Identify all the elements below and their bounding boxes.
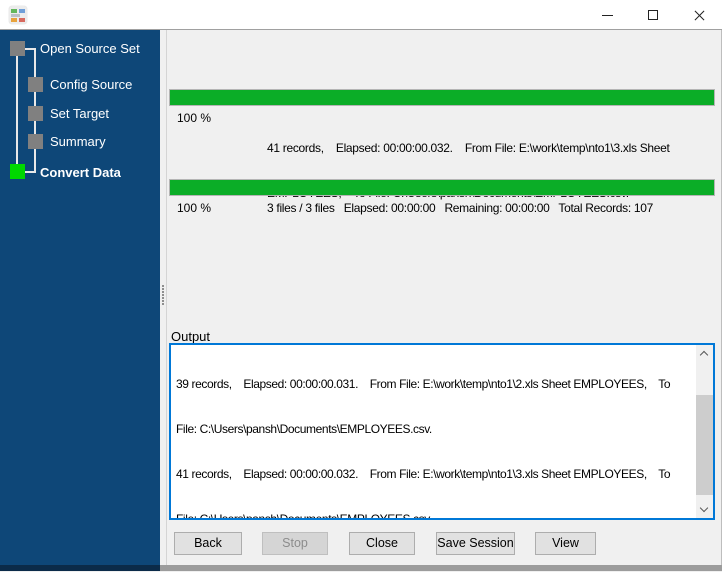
log-line: File: C:\Users\pansh\Documents\EMPLOYEES… — [176, 422, 432, 436]
minimize-icon — [602, 15, 613, 16]
file-progress-fill — [170, 90, 714, 105]
output-log-box[interactable]: 39 records, Elapsed: 00:00:00.031. From … — [169, 343, 715, 520]
sidebar-item-summary[interactable]: Summary — [50, 134, 106, 149]
total-progress-status: 3 files / 3 files Elapsed: 00:00:00 Rema… — [267, 201, 654, 215]
file-progress-percent: 100 % — [177, 111, 212, 125]
scrollbar-thumb[interactable] — [696, 395, 713, 495]
title-bar — [0, 0, 722, 30]
total-progress-percent: 100 % — [177, 201, 212, 215]
converter-window: Open Source Set Config Source Set Target… — [0, 0, 722, 572]
log-line: 39 records, Elapsed: 00:00:00.031. From … — [176, 377, 671, 391]
tree-connector-line — [16, 56, 18, 164]
output-log-text: 39 records, Elapsed: 00:00:00.031. From … — [176, 347, 693, 520]
chevron-up-icon — [699, 350, 709, 360]
app-icon — [9, 6, 27, 24]
tree-connector-line — [24, 171, 36, 173]
back-button[interactable]: Back — [174, 532, 242, 555]
maximize-icon — [648, 10, 658, 20]
save-session-button[interactable]: Save Session — [436, 532, 515, 555]
view-button[interactable]: View — [535, 532, 596, 555]
step-square-config-source — [28, 77, 43, 92]
total-progress-bar — [169, 179, 715, 196]
step-square-set-target — [28, 106, 43, 121]
maximize-button[interactable] — [630, 0, 676, 30]
close-button[interactable] — [676, 0, 722, 30]
tree-connector-line — [24, 48, 36, 50]
stop-button: Stop — [262, 532, 328, 555]
minimize-button[interactable] — [584, 0, 630, 30]
log-line: 41 records, Elapsed: 00:00:00.032. From … — [176, 467, 671, 481]
convert-panel: 100 % 41 records, Elapsed: 00:00:00.032.… — [167, 30, 721, 565]
step-square-convert-data — [10, 164, 25, 179]
step-square-open-source-set — [10, 41, 25, 56]
sidebar-item-open-source-set[interactable]: Open Source Set — [40, 41, 140, 56]
sidebar-item-set-target[interactable]: Set Target — [50, 106, 109, 121]
file-progress-bar — [169, 89, 715, 106]
sidebar-item-config-source[interactable]: Config Source — [50, 77, 132, 92]
step-square-summary — [28, 134, 43, 149]
sidebar-item-convert-data[interactable]: Convert Data — [40, 165, 121, 180]
panel-splitter[interactable] — [160, 30, 167, 565]
close-dialog-button[interactable]: Close — [349, 532, 415, 555]
output-label: Output — [171, 329, 211, 344]
splitter-grip-icon — [162, 285, 164, 306]
output-scrollbar[interactable] — [696, 345, 713, 518]
chevron-down-icon — [699, 503, 709, 513]
wizard-steps-sidebar: Open Source Set Config Source Set Target… — [0, 30, 160, 565]
total-progress-fill — [170, 180, 714, 195]
scroll-up-button[interactable] — [696, 345, 713, 362]
log-line: File: C:\Users\pansh\Documents\EMPLOYEES… — [176, 512, 432, 520]
window-bottom-edge — [0, 565, 722, 571]
scroll-down-button[interactable] — [696, 501, 713, 518]
